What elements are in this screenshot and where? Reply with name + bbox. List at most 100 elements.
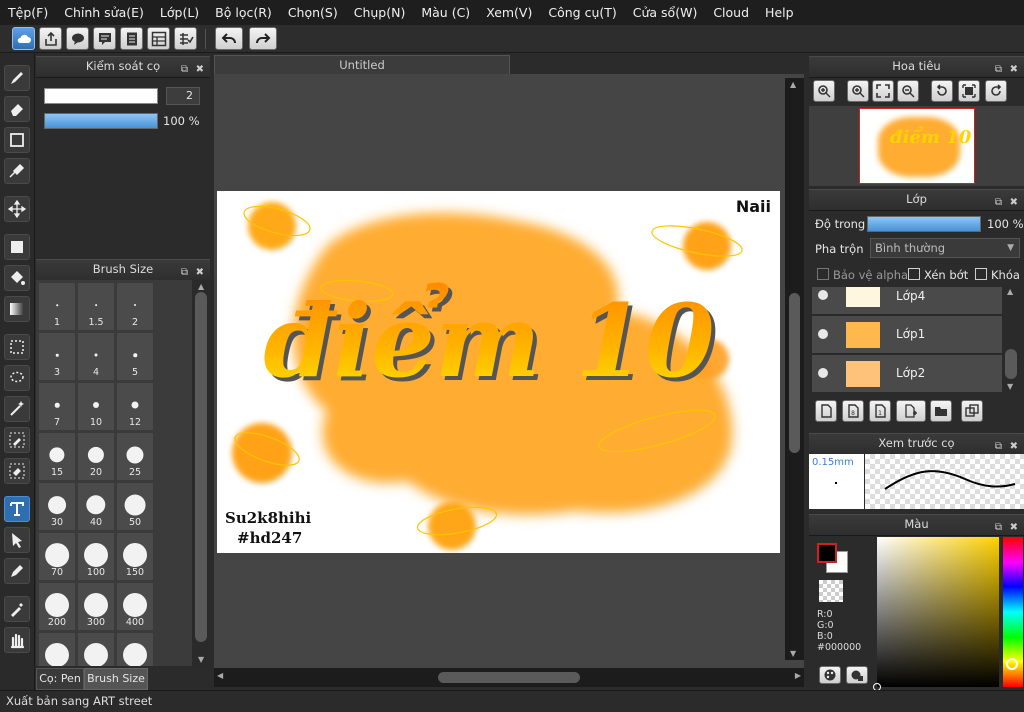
redo-button[interactable] (249, 27, 277, 50)
layer-row[interactable]: Lớp1 (812, 316, 1002, 354)
scroll-down-icon[interactable]: ▼ (790, 649, 796, 658)
rectangle-tool-icon[interactable] (4, 127, 30, 153)
brush-size-cell[interactable]: 150 (116, 532, 154, 581)
close-icon[interactable]: ✖ (1010, 518, 1018, 537)
duplicate-layer-icon[interactable] (961, 400, 983, 422)
blend-mode-select[interactable]: Bình thường ▼ (870, 238, 1020, 258)
menu-window[interactable]: Cửa sổ(W) (625, 5, 706, 20)
layer-row[interactable]: Lớp4 (812, 287, 1002, 315)
zoom-out-icon[interactable] (897, 80, 919, 102)
clipping-checkbox[interactable]: Xén bớt (908, 268, 968, 282)
layer-row[interactable]: Lớp2 (812, 355, 1002, 393)
foreground-color-swatch[interactable] (817, 543, 837, 563)
pen-tool-icon[interactable] (4, 558, 30, 584)
menu-help[interactable]: Help (757, 5, 802, 20)
brush-size-cell[interactable]: 20 (77, 432, 115, 481)
brush-size-cell[interactable]: 1.5 (77, 282, 115, 331)
scrollbar-thumb[interactable] (195, 292, 207, 642)
hand-tool-icon[interactable] (4, 627, 30, 653)
new-layer-1bit-icon[interactable]: 1 (869, 400, 891, 422)
scroll-left-icon[interactable]: ◀ (217, 671, 223, 680)
menu-tools[interactable]: Công cụ(T) (540, 5, 624, 20)
zoom-in-icon[interactable] (813, 80, 835, 102)
fit-screen-icon[interactable] (872, 80, 894, 102)
select-eraser-tool-icon[interactable] (4, 458, 30, 484)
brush-size-cell[interactable]: 3 (38, 332, 76, 381)
select-rect-tool-icon[interactable] (4, 334, 30, 360)
document-icon[interactable] (120, 27, 143, 50)
color-history-icon[interactable] (846, 666, 868, 684)
brush-size-cell[interactable]: 2 (116, 282, 154, 331)
text-tool-icon[interactable] (4, 496, 30, 522)
brush-opacity-slider[interactable] (44, 113, 158, 129)
brush-size-cell[interactable]: 12 (116, 382, 154, 431)
rotate-left-icon[interactable] (931, 80, 953, 102)
magic-wand-tool-icon[interactable] (4, 396, 30, 422)
scroll-up-icon[interactable]: ▲ (198, 282, 204, 291)
transparent-color-swatch[interactable] (819, 580, 843, 602)
eraser-tool-icon[interactable] (4, 96, 30, 122)
brush-size-scrollbar[interactable]: ▲ ▼ (192, 280, 210, 666)
brush-size-cell[interactable]: 30 (38, 482, 76, 531)
canvas-horizontal-scrollbar[interactable]: ◀ ▶ (214, 668, 804, 687)
undock-icon[interactable]: ⧉ (995, 518, 1002, 537)
close-icon[interactable]: ✖ (1010, 193, 1018, 212)
menu-file[interactable]: Tệp(F) (0, 5, 56, 20)
chat-icon[interactable] (93, 27, 116, 50)
menu-cloud[interactable]: Cloud (705, 5, 757, 20)
brush-size-cell[interactable]: 4 (77, 332, 115, 381)
brush-size-cell[interactable]: 5 (116, 332, 154, 381)
brush-size-cell[interactable]: 50 (116, 482, 154, 531)
undock-icon[interactable]: ⧉ (995, 60, 1002, 79)
fill-rect-tool-icon[interactable] (4, 234, 30, 260)
scrollbar-thumb[interactable] (789, 293, 800, 453)
brush-size-cell[interactable]: 300 (77, 582, 115, 631)
visibility-eye-icon[interactable] (818, 329, 828, 339)
reset-view-icon[interactable] (958, 80, 980, 102)
brush-size-cell[interactable]: 25 (116, 432, 154, 481)
brush-size-cell[interactable]: 1 (38, 282, 76, 331)
brush-size-cell[interactable]: 70 (38, 532, 76, 581)
color-saturation-box[interactable] (873, 537, 999, 691)
cloud-icon[interactable] (12, 27, 35, 50)
new-layer-icon[interactable] (815, 400, 837, 422)
scrollbar-thumb[interactable] (438, 672, 580, 683)
menu-capture[interactable]: Chụp(N) (346, 5, 414, 20)
eyedropper-tool-icon[interactable] (4, 596, 30, 622)
scroll-down-icon[interactable]: ▼ (198, 655, 204, 664)
lasso-tool-icon[interactable] (4, 365, 30, 391)
navigator-preview[interactable]: điểm 10 (809, 106, 1024, 186)
visibility-eye-icon[interactable] (818, 290, 828, 300)
scrollbar-thumb[interactable] (1005, 349, 1017, 379)
menu-select[interactable]: Chọn(S) (280, 5, 346, 20)
brush-size-slider[interactable] (44, 88, 158, 104)
menu-edit[interactable]: Chỉnh sửa(E) (56, 5, 152, 20)
operation-tool-icon[interactable] (4, 527, 30, 553)
tab-brush-size[interactable]: Brush Size (84, 668, 148, 690)
layer-opacity-slider[interactable] (867, 216, 981, 232)
rotate-right-icon[interactable] (985, 80, 1007, 102)
brush-size-cell[interactable] (77, 632, 115, 666)
close-icon[interactable]: ✖ (1010, 60, 1018, 79)
layout-icon[interactable] (147, 27, 170, 50)
undo-button[interactable] (215, 27, 243, 50)
brush-size-cell[interactable]: 100 (77, 532, 115, 581)
brush-size-cell[interactable]: 200 (38, 582, 76, 631)
menu-view[interactable]: Xem(V) (478, 5, 540, 20)
canvas-vertical-scrollbar[interactable]: ▲ ▼ (785, 78, 804, 660)
grid-check-icon[interactable] (174, 27, 197, 50)
brush-size-value[interactable]: 2 (166, 87, 200, 105)
artwork-canvas[interactable]: điểm 10 điểm 10 Naii Su2k8hihi #hd247 (217, 191, 780, 553)
line-brush-tool-icon[interactable] (4, 158, 30, 184)
bucket-tool-icon[interactable] (4, 265, 30, 291)
undock-icon[interactable]: ⧉ (181, 60, 188, 79)
comment-icon[interactable] (66, 27, 89, 50)
brush-size-cell[interactable]: 400 (116, 582, 154, 631)
hue-slider[interactable] (1003, 537, 1023, 687)
lock-checkbox[interactable]: Khóa (975, 268, 1020, 282)
menu-filter[interactable]: Bộ lọc(R) (207, 5, 280, 20)
brush-size-cell[interactable]: 10 (77, 382, 115, 431)
new-layer-8bit-icon[interactable]: 8 (842, 400, 864, 422)
undock-icon[interactable]: ⧉ (995, 193, 1002, 212)
scroll-down-icon[interactable]: ▼ (1007, 382, 1013, 391)
